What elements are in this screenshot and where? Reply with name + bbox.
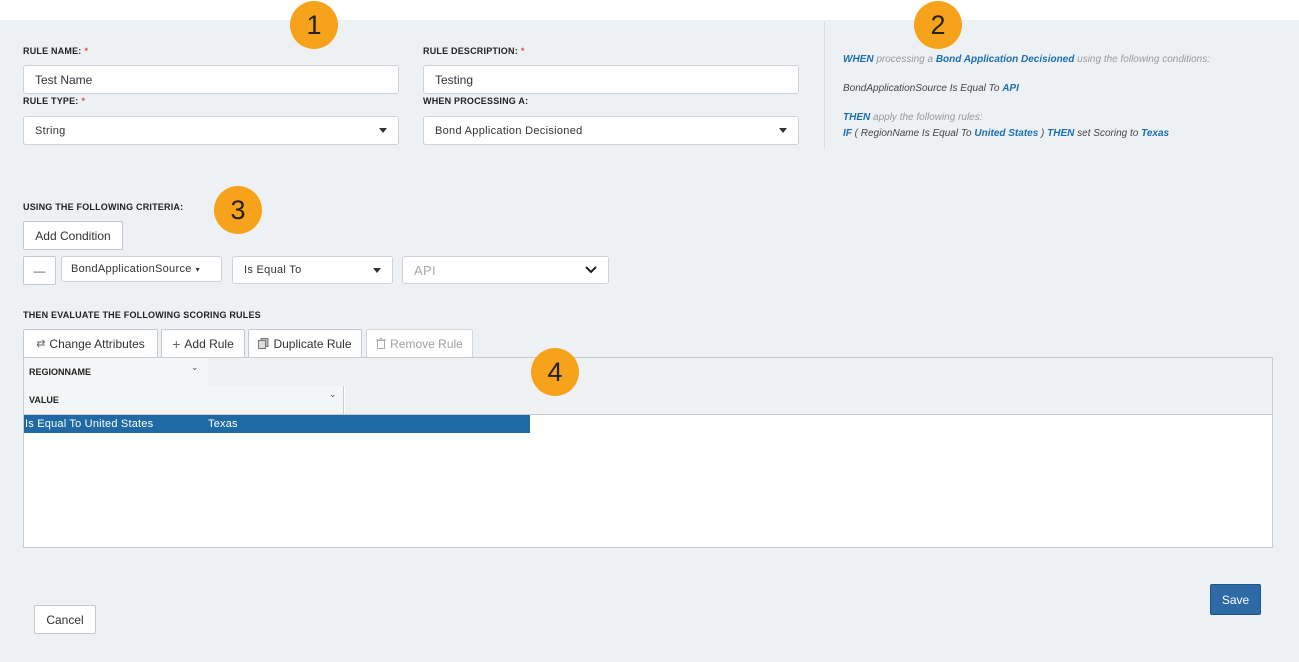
summary-then-line: THEN apply the following rules: — [843, 112, 983, 123]
callout-badge-3: 3 — [214, 186, 262, 234]
header-row-filler — [345, 386, 1272, 414]
column-header-regionname[interactable]: REGIONNAME — [24, 358, 208, 386]
required-mark: * — [84, 46, 89, 56]
duplicate-rule-label: Duplicate Rule — [273, 336, 352, 351]
condition-operator-value: Is Equal To — [244, 264, 302, 276]
column-header-regionname-label: REGIONNAME — [29, 367, 92, 377]
remove-rule-label: Remove Rule — [390, 336, 463, 351]
condition-attribute-select[interactable]: BondApplicationSource ▾ — [61, 256, 222, 282]
condition-attribute-value: BondApplicationSource — [71, 263, 192, 275]
caret-down-icon — [779, 128, 787, 133]
remove-condition-button[interactable]: — — [23, 256, 56, 285]
rule-type-label: RULE TYPE: * — [23, 96, 86, 106]
swap-arrows-icon: ⇄ — [36, 338, 46, 350]
change-attributes-label: Change Attributes — [49, 336, 145, 351]
trash-icon — [376, 338, 387, 349]
chevron-down-icon[interactable]: ⌄ — [329, 389, 337, 400]
when-processing-select[interactable]: Bond Application Decisioned — [423, 116, 799, 145]
row-condition-cell: Is Equal To United States — [25, 418, 154, 430]
callout-badge-1: 1 — [290, 1, 338, 49]
column-header-value[interactable]: VALUE — [24, 386, 344, 414]
condition-operator-select[interactable]: Is Equal To — [232, 256, 393, 284]
when-processing-value: Bond Application Decisioned — [435, 124, 583, 137]
remove-rule-button[interactable]: Remove Rule — [366, 329, 473, 358]
cancel-button[interactable]: Cancel — [34, 605, 96, 634]
criteria-heading: USING THE FOLLOWING CRITERIA: — [23, 202, 184, 212]
duplicate-rule-button[interactable]: Duplicate Rule — [248, 329, 362, 358]
rule-type-value: String — [35, 124, 66, 137]
summary-condition-line: BondApplicationSource Is Equal To API — [843, 83, 1019, 94]
scoring-heading: THEN EVALUATE THE FOLLOWING SCORING RULE… — [23, 310, 261, 320]
column-header-value-label: VALUE — [29, 395, 59, 405]
add-rule-label: Add Rule — [184, 336, 234, 351]
row-value-cell: Texas — [208, 418, 238, 430]
rule-description-label: RULE DESCRIPTION: * — [423, 46, 525, 56]
when-processing-label: WHEN PROCESSING A: — [423, 96, 529, 106]
summary-when-line: WHEN processing a Bond Application Decis… — [843, 54, 1210, 65]
scoring-rules-grid: REGIONNAME ⌄ VALUE ⌄ Is Equal To United … — [23, 357, 1273, 548]
required-mark: * — [81, 96, 86, 106]
caret-down-icon: ▾ — [195, 264, 200, 274]
rule-description-input[interactable]: Testing — [423, 65, 799, 94]
add-condition-button[interactable]: Add Condition — [23, 221, 123, 250]
summary-if-line: IF ( RegionName Is Equal To United State… — [843, 128, 1170, 139]
caret-down-icon — [379, 128, 387, 133]
condition-value: API — [414, 262, 436, 278]
table-row[interactable]: Is Equal To United States Texas — [24, 415, 530, 433]
chevron-down-icon — [585, 266, 597, 274]
change-attributes-button[interactable]: ⇄ Change Attributes — [23, 329, 158, 358]
required-mark: * — [520, 46, 525, 56]
summary-divider — [824, 22, 825, 148]
add-rule-button[interactable]: + Add Rule — [161, 329, 245, 358]
caret-down-icon — [373, 267, 381, 273]
rule-type-select[interactable]: String — [23, 116, 399, 145]
save-button[interactable]: Save — [1210, 584, 1261, 615]
callout-badge-4: 4 — [531, 348, 579, 396]
rule-name-input[interactable]: Test Name — [23, 65, 399, 94]
condition-value-select[interactable]: API — [402, 256, 609, 284]
plus-icon: + — [172, 335, 181, 352]
copy-icon — [258, 338, 269, 349]
callout-badge-2: 2 — [914, 1, 962, 49]
chevron-down-icon[interactable]: ⌄ — [191, 362, 199, 373]
rule-name-label: RULE NAME: * — [23, 46, 89, 56]
header-row-filler — [208, 358, 1272, 386]
